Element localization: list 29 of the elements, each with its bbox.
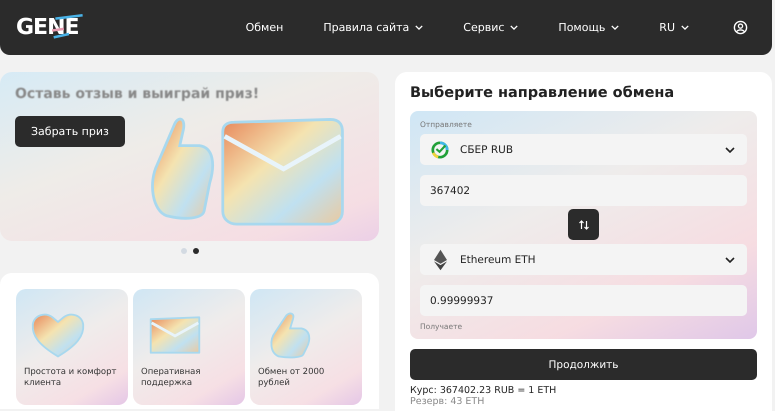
receive-currency-select[interactable]: Ethereum ETH	[420, 244, 747, 275]
swap-button[interactable]	[568, 209, 599, 240]
reserve-text: Резерв: 43 ETH	[410, 396, 486, 407]
receive-amount-field[interactable]: 0.99999937	[420, 285, 747, 316]
banner-title: Оставь отзыв и выиграй приз!	[15, 86, 260, 102]
nav-link[interactable]: Сервис	[463, 21, 518, 34]
carousel-dot[interactable]	[192, 248, 198, 254]
swap-arrows-icon	[578, 218, 590, 230]
ethereum-icon	[434, 248, 446, 270]
carousel-dot[interactable]	[180, 248, 186, 254]
claim-prize-button[interactable]: Забрать приз	[15, 116, 125, 147]
bank-logo-icon	[431, 140, 449, 158]
user-icon[interactable]	[733, 20, 748, 35]
nav-link[interactable]: RU	[659, 21, 689, 34]
logo[interactable]: GENE	[16, 8, 86, 48]
exchange-title: Выберите направление обмена	[410, 85, 676, 101]
nav-link[interactable]: Правила сайта	[323, 21, 424, 34]
feature-text: Оперативная поддержка	[141, 367, 202, 389]
send-currency-select[interactable]: СБЕР RUB	[420, 134, 747, 165]
continue-button[interactable]: Продолжить	[410, 349, 757, 380]
send-amount-field[interactable]: 367402	[420, 175, 747, 206]
feature-text: Простота и комфорт клиента	[24, 367, 118, 389]
nav-link[interactable]: Обмен	[246, 21, 284, 34]
exchange-rate-text: Курс: 367402.23 RUB = 1 ETH	[410, 385, 558, 396]
feature-text: Обмен от 2000 рублей	[258, 367, 326, 389]
chevron-down-icon	[725, 256, 735, 262]
heart-drawing	[30, 311, 86, 359]
chevron-down-icon	[725, 146, 735, 152]
nav-link[interactable]: Помощь	[558, 21, 620, 34]
